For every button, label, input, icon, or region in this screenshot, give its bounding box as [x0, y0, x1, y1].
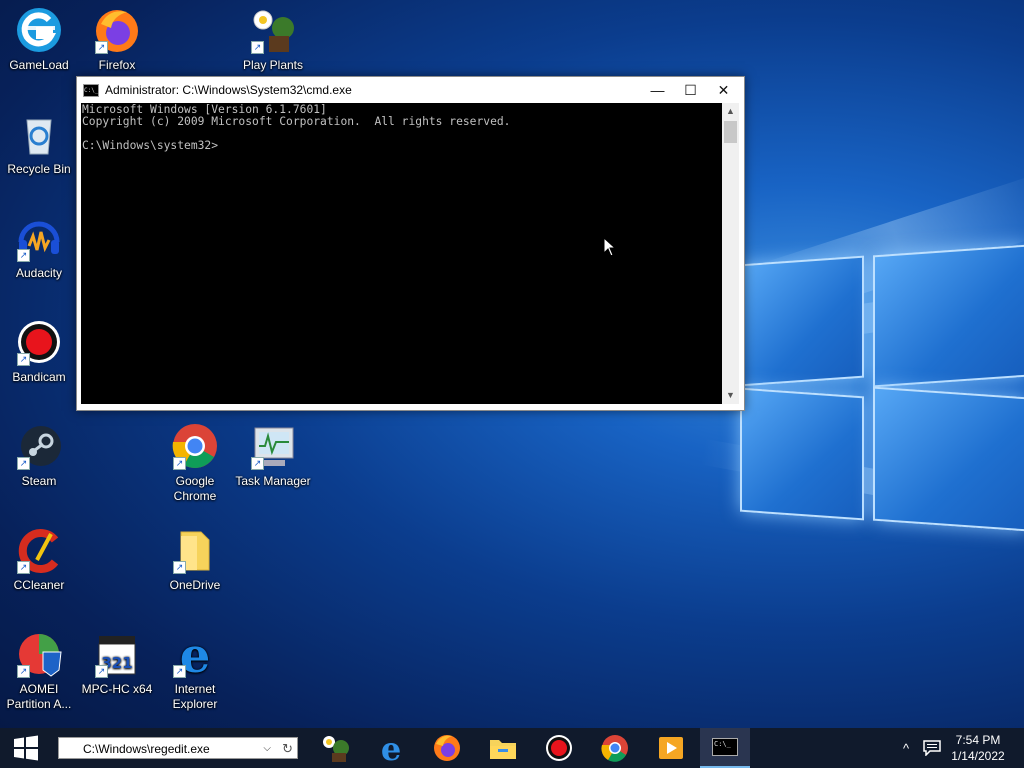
scroll-down-button[interactable]: ▼ [722, 387, 739, 404]
cmd-title-bar[interactable]: C:\_ Administrator: C:\Windows\System32\… [77, 77, 744, 103]
desktop-icon-firefox[interactable]: ↗ Firefox [78, 6, 156, 73]
desktop-icon-recycle-bin[interactable]: Recycle Bin [0, 110, 78, 177]
desktop-icon-label: CCleaner [13, 578, 65, 592]
edge-icon: e [381, 733, 401, 763]
folder-icon [490, 740, 516, 759]
aomei-icon: ↗ [15, 630, 63, 678]
chrome-icon: ↗ [171, 422, 219, 470]
task-manager-icon: ↗ [249, 422, 297, 470]
desktop-icon-label: Google Chrome [173, 474, 217, 503]
shortcut-arrow-icon: ↗ [17, 561, 30, 574]
internet-explorer-icon: e ↗ [171, 628, 219, 684]
desktop-icon-label: GameLoad [9, 58, 69, 72]
desktop-icon-label: Bandicam [12, 370, 66, 384]
taskbar-app-mpc-hc[interactable] [646, 728, 696, 768]
vertical-scrollbar[interactable]: ▲ ▼ [722, 103, 739, 404]
clock-time: 7:54 PM [955, 733, 1001, 747]
chevron-down-icon[interactable]: ⌵ [263, 738, 271, 760]
console-output[interactable]: Microsoft Windows [Version 6.1.7601] Copy… [81, 103, 722, 404]
close-button[interactable]: ✕ [707, 77, 740, 103]
scroll-thumb[interactable] [724, 121, 737, 143]
desktop-icon-mpc-hc[interactable]: 321 ↗ MPC-HC x64 [78, 630, 156, 697]
notification-icon [923, 740, 941, 756]
windows-logo-wallpaper [730, 240, 1024, 540]
media-player-icon [659, 737, 683, 759]
desktop-icon-ccleaner[interactable]: ↗ CCleaner [0, 526, 78, 593]
shortcut-arrow-icon: ↗ [17, 249, 30, 262]
scroll-up-button[interactable]: ▲ [722, 103, 739, 120]
taskbar-app-chrome[interactable] [590, 728, 640, 768]
steam-icon: ↗ [15, 422, 63, 470]
desktop-icon-gameload[interactable]: GameLoad [0, 6, 78, 73]
recycle-bin-icon [15, 110, 63, 158]
taskbar: C:\Windows\regedit.exe ⌵ ↻ e C:\_ ^ 7:54… [0, 728, 1024, 768]
bandicam-icon: ↗ [15, 318, 63, 366]
mouse-cursor-icon [603, 237, 617, 257]
shortcut-arrow-icon: ↗ [251, 41, 264, 54]
shortcut-arrow-icon: ↗ [17, 665, 30, 678]
desktop-icon-label: Task Manager [235, 474, 311, 488]
show-hidden-icons-chevron-icon[interactable]: ^ [896, 728, 916, 768]
taskbar-app-file-explorer[interactable] [478, 728, 528, 768]
desktop-icon-steam[interactable]: ↗ Steam [0, 422, 78, 489]
desktop-icon-google-chrome[interactable]: ↗ Google Chrome [156, 422, 234, 504]
shortcut-arrow-icon: ↗ [17, 353, 30, 366]
console-line: Copyright (c) 2009 Microsoft Corporation… [82, 115, 511, 128]
refresh-icon[interactable]: ↻ [282, 738, 293, 760]
desktop-icon-label: MPC-HC x64 [81, 682, 153, 696]
desktop-icon-label: OneDrive [169, 578, 221, 592]
desktop-icon-label: Recycle Bin [7, 162, 71, 176]
desktop-icon-label: Steam [21, 474, 57, 488]
cmd-window-icon: C:\_ [83, 83, 99, 97]
mpc-hc-icon: 321 ↗ [93, 630, 141, 678]
svg-text:e: e [381, 733, 401, 763]
firefox-icon [434, 735, 460, 761]
desktop-icon-aomei[interactable]: ↗ AOMEI Partition A... [0, 630, 78, 712]
clock-date: 1/14/2022 [951, 749, 1005, 763]
shortcut-arrow-icon: ↗ [173, 561, 186, 574]
plants-vs-zombies-icon: ↗ [249, 6, 297, 54]
taskbar-app-edge[interactable]: e [366, 728, 416, 768]
desktop-icon-internet-explorer[interactable]: e ↗ Internet Explorer [156, 628, 234, 712]
audacity-icon: ↗ [15, 214, 63, 262]
taskbar-app-bandicam[interactable] [534, 728, 584, 768]
run-address-value[interactable]: C:\Windows\regedit.exe [83, 742, 210, 756]
shortcut-arrow-icon: ↗ [251, 457, 264, 470]
windows-start-icon [14, 735, 38, 761]
desktop-icon-audacity[interactable]: ↗ Audacity [0, 214, 78, 281]
desktop-icon-label: AOMEI Partition A... [6, 682, 72, 711]
firefox-icon: ↗ [93, 6, 141, 54]
bandicam-icon [546, 735, 572, 761]
cmd-icon: C:\_ [712, 738, 738, 756]
desktop-icon-bandicam[interactable]: ↗ Bandicam [0, 318, 78, 385]
desktop-icon-label: Audacity [15, 266, 63, 280]
shortcut-arrow-icon: ↗ [95, 41, 108, 54]
shortcut-arrow-icon: ↗ [17, 457, 30, 470]
taskbar-clock[interactable]: 7:54 PM 1/14/2022 [944, 732, 1012, 764]
desktop-icon-task-manager[interactable]: ↗ Task Manager [234, 422, 312, 489]
shortcut-arrow-icon: ↗ [95, 665, 108, 678]
shortcut-arrow-icon: ↗ [173, 665, 186, 678]
cmd-window-title: Administrator: C:\Windows\System32\cmd.e… [105, 83, 352, 97]
console-prompt: C:\Windows\system32> [82, 139, 219, 152]
taskbar-app-plants-vs-zombies[interactable] [310, 728, 360, 768]
shortcut-arrow-icon: ↗ [173, 457, 186, 470]
plants-vs-zombies-icon [323, 736, 349, 762]
ccleaner-icon: ↗ [15, 526, 63, 574]
taskbar-app-firefox[interactable] [422, 728, 472, 768]
desktop-icon-label: Firefox [98, 58, 136, 72]
desktop-icon-onedrive[interactable]: ↗ OneDrive [156, 526, 234, 593]
action-center-button[interactable] [920, 728, 944, 768]
minimize-button[interactable]: — [641, 77, 674, 103]
taskbar-app-command-prompt[interactable]: C:\_ [700, 728, 750, 768]
folder-icon: ↗ [171, 526, 219, 574]
maximize-button[interactable]: ☐ [674, 77, 707, 103]
gameload-icon [15, 6, 63, 54]
run-address-box[interactable]: C:\Windows\regedit.exe ⌵ ↻ [58, 737, 298, 759]
desktop-icon-label: Internet Explorer [172, 682, 218, 711]
chrome-icon [601, 735, 628, 762]
start-button[interactable] [0, 728, 52, 768]
cmd-window[interactable]: C:\_ Administrator: C:\Windows\System32\… [76, 76, 745, 411]
